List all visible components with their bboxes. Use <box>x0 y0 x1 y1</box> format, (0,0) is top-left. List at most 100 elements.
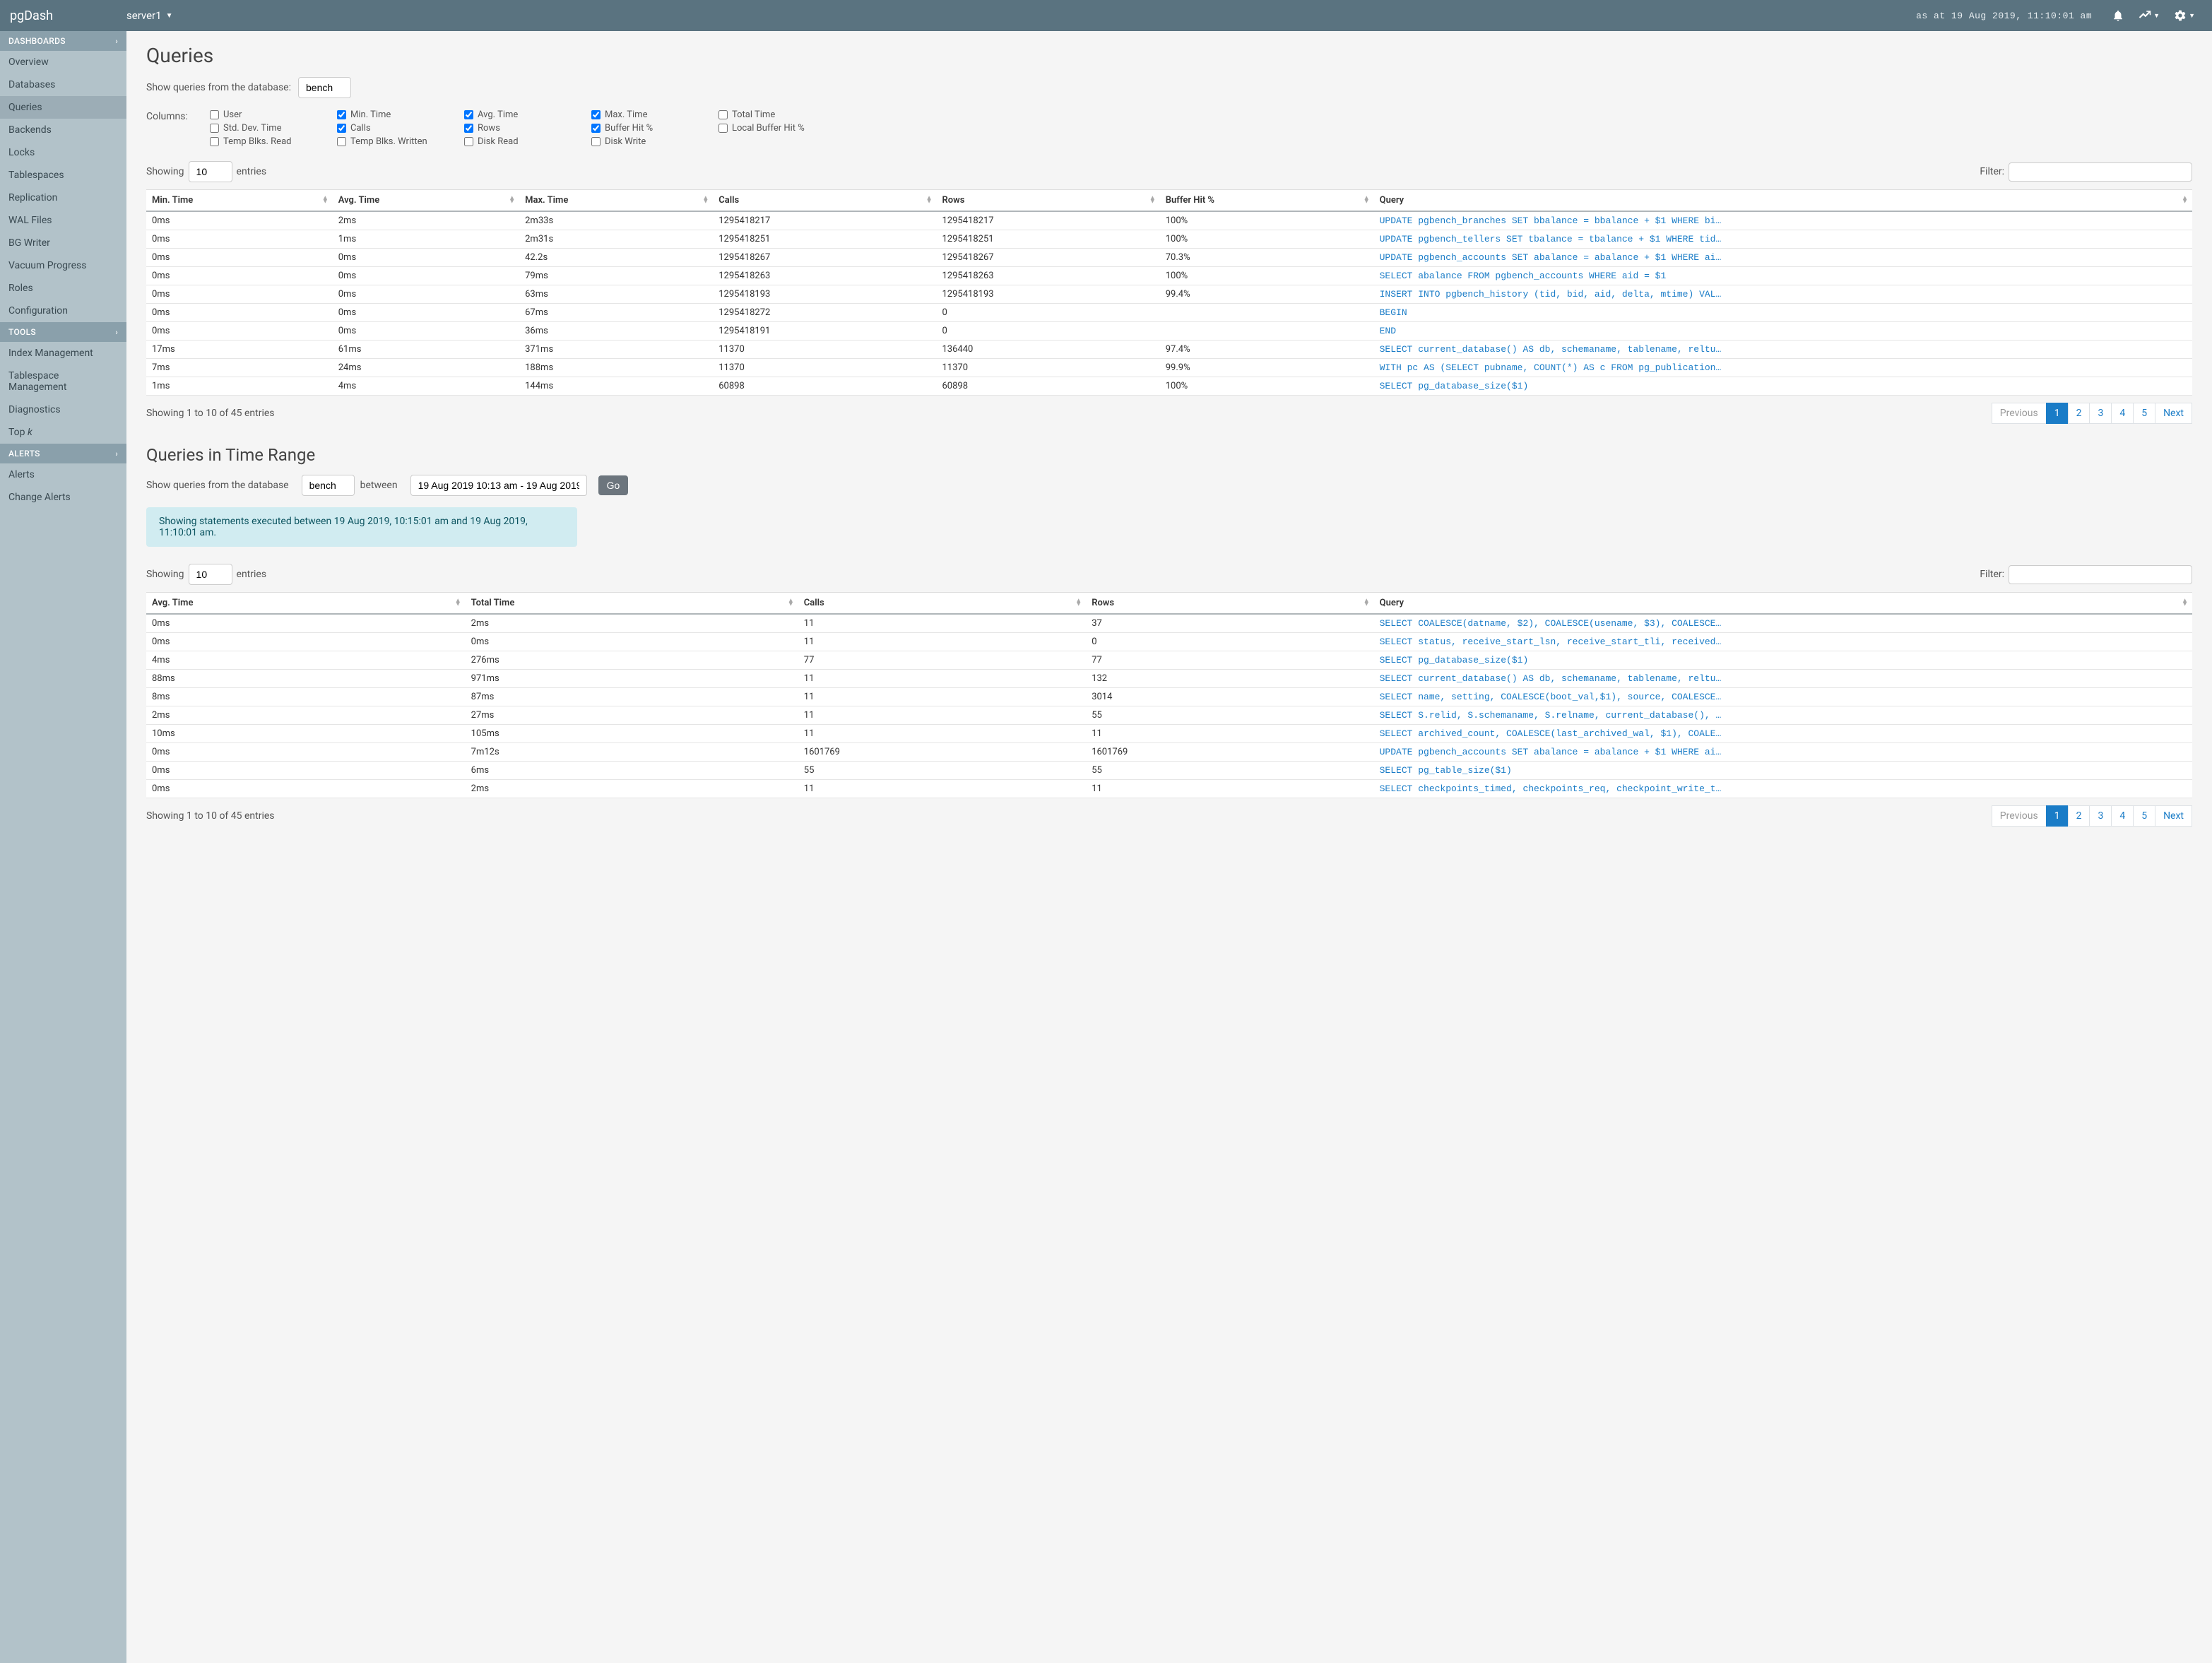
sidebar-item-configuration[interactable]: Configuration <box>0 300 126 322</box>
nav-section-header[interactable]: TOOLS› <box>0 322 126 342</box>
column-check-max-time[interactable]: Max. Time <box>591 110 718 120</box>
query-cell[interactable]: BEGIN <box>1374 304 2192 322</box>
col-header[interactable]: Query▲▼ <box>1374 593 2192 615</box>
sidebar-item-diagnostics[interactable]: Diagnostics <box>0 398 126 421</box>
tr-db-input[interactable] <box>302 475 355 496</box>
column-check-disk-read[interactable]: Disk Read <box>464 136 591 147</box>
column-check-local-buffer-hit-[interactable]: Local Buffer Hit % <box>718 123 846 134</box>
sidebar-item-queries[interactable]: Queries <box>0 96 126 119</box>
column-check-buffer-hit-[interactable]: Buffer Hit % <box>591 123 718 134</box>
sidebar-item-index-management[interactable]: Index Management <box>0 342 126 365</box>
tr-filter-input[interactable] <box>2009 565 2192 584</box>
pager-next[interactable]: Next <box>2155 805 2192 827</box>
query-cell[interactable]: SELECT COALESCE(datname, $2), COALESCE(u… <box>1374 614 2192 633</box>
checkbox[interactable] <box>210 124 219 133</box>
nav-section-header[interactable]: ALERTS› <box>0 444 126 463</box>
column-check-user[interactable]: User <box>210 110 337 120</box>
query-cell[interactable]: SELECT pg_table_size($1) <box>1374 762 2192 780</box>
query-cell[interactable]: INSERT INTO pgbench_history (tid, bid, a… <box>1374 285 2192 304</box>
checkbox[interactable] <box>591 110 601 119</box>
sidebar-item-change-alerts[interactable]: Change Alerts <box>0 486 126 509</box>
sidebar-item-replication[interactable]: Replication <box>0 187 126 209</box>
checkbox[interactable] <box>718 124 728 133</box>
query-cell[interactable]: SELECT pg_database_size($1) <box>1374 651 2192 670</box>
col-header[interactable]: Buffer Hit %▲▼ <box>1160 190 1374 212</box>
column-check-avg-time[interactable]: Avg. Time <box>464 110 591 120</box>
query-cell[interactable]: WITH pc AS (SELECT pubname, COUNT(*) AS … <box>1374 359 2192 377</box>
col-header[interactable]: Avg. Time▲▼ <box>146 593 466 615</box>
checkbox[interactable] <box>210 110 219 119</box>
col-header[interactable]: Total Time▲▼ <box>466 593 798 615</box>
query-cell[interactable]: SELECT name, setting, COALESCE(boot_val,… <box>1374 688 2192 706</box>
sidebar-item-overview[interactable]: Overview <box>0 51 126 73</box>
column-check-calls[interactable]: Calls <box>337 123 464 134</box>
col-header[interactable]: Calls▲▼ <box>798 593 1086 615</box>
query-cell[interactable]: UPDATE pgbench_branches SET bbalance = b… <box>1374 211 2192 230</box>
col-header[interactable]: Query▲▼ <box>1374 190 2192 212</box>
sidebar-item-databases[interactable]: Databases <box>0 73 126 96</box>
query-cell[interactable]: UPDATE pgbench_accounts SET abalance = a… <box>1374 743 2192 762</box>
query-cell[interactable]: UPDATE pgbench_tellers SET tbalance = tb… <box>1374 230 2192 249</box>
sidebar-item-backends[interactable]: Backends <box>0 119 126 141</box>
pager-2[interactable]: 2 <box>2068 805 2090 827</box>
chart-menu[interactable]: ▼ <box>2139 9 2160 22</box>
col-header[interactable]: Max. Time▲▼ <box>519 190 713 212</box>
pager-4[interactable]: 4 <box>2111 403 2134 424</box>
filter-input[interactable] <box>2009 162 2192 182</box>
query-cell[interactable]: SELECT archived_count, COALESCE(last_arc… <box>1374 725 2192 743</box>
checkbox[interactable] <box>464 137 473 146</box>
sidebar-item-wal-files[interactable]: WAL Files <box>0 209 126 232</box>
query-cell[interactable]: UPDATE pgbench_accounts SET abalance = a… <box>1374 249 2192 267</box>
pager-5[interactable]: 5 <box>2133 805 2155 827</box>
query-cell[interactable]: SELECT status, receive_start_lsn, receiv… <box>1374 633 2192 651</box>
settings-menu[interactable]: ▼ <box>2174 9 2195 22</box>
query-cell[interactable]: SELECT current_database() AS db, scheman… <box>1374 670 2192 688</box>
pager-3[interactable]: 3 <box>2089 403 2112 424</box>
pager-1[interactable]: 1 <box>2046 403 2069 424</box>
checkbox[interactable] <box>718 110 728 119</box>
pager-5[interactable]: 5 <box>2133 403 2155 424</box>
checkbox[interactable] <box>337 110 346 119</box>
pager-3[interactable]: 3 <box>2089 805 2112 827</box>
query-cell[interactable]: SELECT current_database() AS db, scheman… <box>1374 341 2192 359</box>
sidebar-item-alerts[interactable]: Alerts <box>0 463 126 486</box>
checkbox[interactable] <box>591 137 601 146</box>
db-filter-input[interactable] <box>298 77 351 98</box>
sidebar-item-roles[interactable]: Roles <box>0 277 126 300</box>
col-header[interactable]: Rows▲▼ <box>937 190 1160 212</box>
column-check-disk-write[interactable]: Disk Write <box>591 136 718 147</box>
column-check-std-dev-time[interactable]: Std. Dev. Time <box>210 123 337 134</box>
pager-1[interactable]: 1 <box>2046 805 2069 827</box>
pager-next[interactable]: Next <box>2155 403 2192 424</box>
tr-range-input[interactable] <box>410 475 587 496</box>
pager-4[interactable]: 4 <box>2111 805 2134 827</box>
col-header[interactable]: Rows▲▼ <box>1086 593 1373 615</box>
col-header[interactable]: Min. Time▲▼ <box>146 190 333 212</box>
checkbox[interactable] <box>464 110 473 119</box>
checkbox[interactable] <box>337 124 346 133</box>
checkbox[interactable] <box>337 137 346 146</box>
column-check-temp-blks-read[interactable]: Temp Blks. Read <box>210 136 337 147</box>
query-cell[interactable]: SELECT abalance FROM pgbench_accounts WH… <box>1374 267 2192 285</box>
server-selector[interactable]: server1 ▼ <box>126 9 172 22</box>
sidebar-item-bg-writer[interactable]: BG Writer <box>0 232 126 254</box>
sidebar-item-vacuum-progress[interactable]: Vacuum Progress <box>0 254 126 277</box>
query-cell[interactable]: SELECT pg_database_size($1) <box>1374 377 2192 396</box>
sidebar-item-tablespace-management[interactable]: Tablespace Management <box>0 365 126 398</box>
checkbox[interactable] <box>591 124 601 133</box>
go-button[interactable]: Go <box>598 475 629 495</box>
sidebar-item-locks[interactable]: Locks <box>0 141 126 164</box>
col-header[interactable]: Avg. Time▲▼ <box>333 190 519 212</box>
notifications-button[interactable] <box>2112 9 2124 22</box>
checkbox[interactable] <box>210 137 219 146</box>
sidebar-item-top-k[interactable]: Top k <box>0 421 126 444</box>
column-check-min-time[interactable]: Min. Time <box>337 110 464 120</box>
column-check-rows[interactable]: Rows <box>464 123 591 134</box>
query-cell[interactable]: SELECT S.relid, S.schemaname, S.relname,… <box>1374 706 2192 725</box>
checkbox[interactable] <box>464 124 473 133</box>
show-entries-input[interactable] <box>189 161 232 182</box>
column-check-temp-blks-written[interactable]: Temp Blks. Written <box>337 136 464 147</box>
column-check-total-time[interactable]: Total Time <box>718 110 846 120</box>
sidebar-item-tablespaces[interactable]: Tablespaces <box>0 164 126 187</box>
tr-show-entries-input[interactable] <box>189 564 232 585</box>
